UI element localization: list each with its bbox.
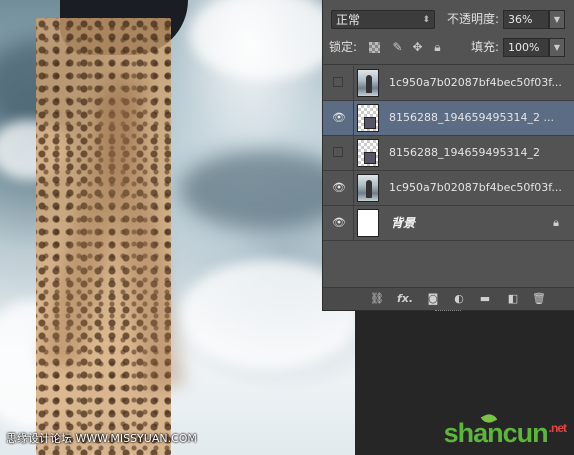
layer-name: 背景 — [391, 216, 416, 230]
layer-thumbnail — [357, 104, 379, 132]
panel-resize-grip[interactable] — [435, 310, 461, 314]
adjustment-layer-icon[interactable]: ◐ — [451, 292, 467, 306]
layer-name: 8156288_194659495314_2 ... — [389, 111, 554, 124]
blend-opacity-row: 正常 ⬍ 不透明度: 36% ▼ — [323, 8, 574, 34]
fill-label: 填充: — [471, 40, 500, 54]
blend-mode-value: 正常 — [336, 13, 361, 27]
layers-panel-toolbar: ⛓ fx. ◙ ◐ ▬ ◧ 🗑︎ — [323, 287, 574, 311]
hidden-box-icon — [333, 77, 343, 87]
site-logo-text: shancun — [443, 418, 549, 448]
new-layer-icon[interactable]: ◧ — [505, 292, 521, 306]
link-layers-icon[interactable]: ⛓ — [369, 292, 385, 306]
layer-list: 1c950a7b02087bf4bec50f03f... 👁︎ 8156288_… — [323, 66, 574, 241]
layer-name: 1c950a7b02087bf4bec50f03f... — [389, 181, 562, 194]
visibility-toggle[interactable] — [323, 136, 354, 170]
site-logo-suffix: .net — [548, 421, 567, 435]
lock-image-pixels-icon[interactable]: ✎ — [391, 41, 404, 54]
layer-row-background[interactable]: 👁︎ 背景 🔒︎ — [323, 206, 574, 241]
fill-dropdown-icon[interactable]: ▼ — [549, 38, 565, 57]
updown-arrows-icon: ⬍ — [422, 15, 430, 25]
texture-icon — [364, 117, 376, 129]
layer-row[interactable]: 8156288_194659495314_2 — [323, 136, 574, 171]
layer-row[interactable]: 👁︎ 1c950a7b02087bf4bec50f03f... — [323, 171, 574, 206]
divider — [323, 64, 574, 65]
eye-icon: 👁︎ — [332, 111, 346, 124]
figure-icon — [366, 180, 372, 198]
blend-mode-select[interactable]: 正常 ⬍ — [331, 10, 435, 29]
texture-icon — [364, 152, 376, 164]
fill-input[interactable]: 100% — [503, 38, 549, 57]
lock-icon: 🔒︎ — [553, 216, 559, 229]
foam-highlight — [190, 0, 340, 80]
layer-thumbnail — [357, 139, 379, 167]
layer-thumbnail — [357, 174, 379, 202]
watermark-text: 思缘设计论坛 WWW.MISSYUAN.COM — [6, 432, 197, 445]
opacity-input[interactable]: 36% — [503, 10, 549, 29]
lock-label: 锁定: — [329, 40, 358, 54]
figure-icon — [366, 75, 372, 93]
lock-position-icon[interactable]: ✥ — [411, 41, 424, 54]
hidden-box-icon — [333, 147, 343, 157]
visibility-toggle[interactable] — [323, 66, 354, 100]
eye-icon: 👁︎ — [332, 216, 346, 229]
new-group-icon[interactable]: ▬ — [477, 292, 493, 306]
add-mask-icon[interactable]: ◙ — [425, 292, 441, 306]
layer-thumbnail — [357, 209, 379, 237]
site-logo: shancun.net — [443, 418, 567, 449]
layer-thumbnail — [357, 69, 379, 97]
opacity-label: 不透明度: — [447, 12, 500, 26]
visibility-toggle[interactable]: 👁︎ — [323, 206, 354, 240]
lock-fill-row: 锁定: ✎ ✥ 🔒︎ 填充: 100% ▼ — [323, 36, 574, 62]
visibility-toggle[interactable]: 👁︎ — [323, 171, 354, 205]
fx-icon[interactable]: fx. — [397, 292, 413, 306]
visibility-toggle[interactable]: 👁︎ — [323, 101, 354, 135]
document-canvas[interactable]: 思缘设计论坛 WWW.MISSYUAN.COM — [0, 0, 355, 455]
eye-icon: 👁︎ — [332, 181, 346, 194]
layer-row-selected[interactable]: 👁︎ 8156288_194659495314_2 ... — [323, 101, 574, 136]
layer-name: 1c950a7b02087bf4bec50f03f... — [389, 76, 562, 89]
lock-transparent-pixels-icon[interactable] — [369, 42, 380, 53]
layers-panel: 正常 ⬍ 不透明度: 36% ▼ 锁定: ✎ ✥ 🔒︎ 填充: 100% ▼ 1… — [322, 0, 574, 311]
layer-name: 8156288_194659495314_2 — [389, 146, 540, 159]
delete-layer-icon[interactable]: 🗑︎ — [531, 292, 547, 306]
layer-row[interactable]: 1c950a7b02087bf4bec50f03f... — [323, 66, 574, 101]
lock-all-icon[interactable]: 🔒︎ — [431, 41, 444, 54]
opacity-dropdown-icon[interactable]: ▼ — [549, 10, 565, 29]
